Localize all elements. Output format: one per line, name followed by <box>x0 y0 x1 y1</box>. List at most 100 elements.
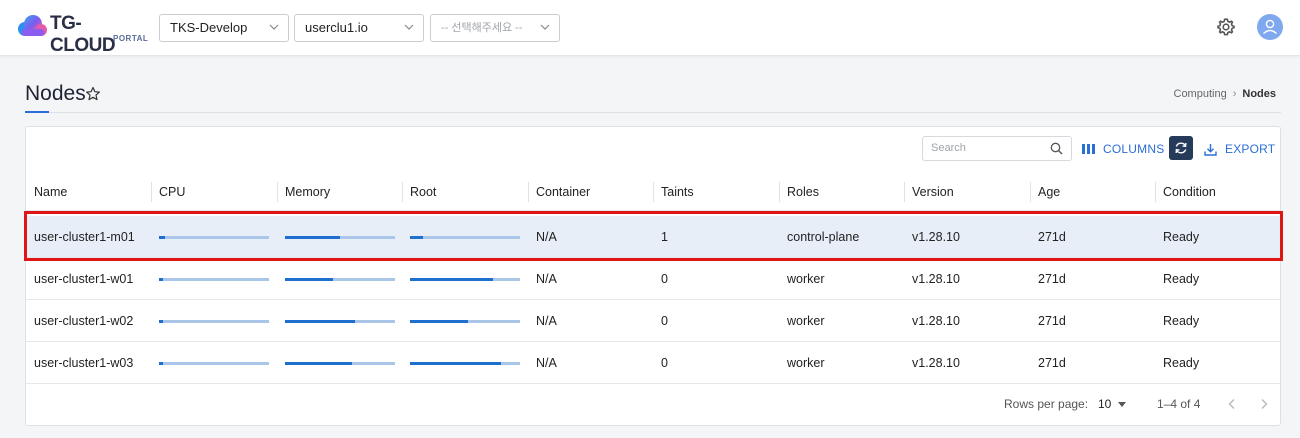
column-header-name[interactable]: Name <box>26 173 67 211</box>
chevron-down-icon <box>404 24 414 30</box>
taints-value: 0 <box>661 314 668 328</box>
chevron-down-icon <box>540 24 550 30</box>
search-icon <box>1050 142 1063 155</box>
breadcrumb-item-computing[interactable]: Computing <box>1174 88 1227 100</box>
root-usage-fill <box>410 236 424 239</box>
cpu-usage-bar <box>159 236 269 239</box>
column-header-taints[interactable]: Taints <box>653 173 694 211</box>
cluster-select-value: userclu1.io <box>305 20 368 35</box>
node-name[interactable]: user-cluster1-w02 <box>34 300 133 342</box>
column-header-root[interactable]: Root <box>402 173 436 211</box>
chevron-right-icon: › <box>1232 88 1237 100</box>
gear-icon[interactable] <box>1216 17 1236 37</box>
columns-button[interactable]: COLUMNS <box>1082 139 1164 159</box>
user-icon <box>1263 19 1277 35</box>
column-divider <box>277 182 278 202</box>
root-usage-fill <box>410 320 469 323</box>
table-row[interactable]: user-cluster1-w02 N/A 0 worker v1.28.10 … <box>26 300 1280 342</box>
namespace-select[interactable]: -- 선택해주세요 -- <box>430 14 560 42</box>
root-usage-bar <box>410 278 520 281</box>
memory-usage-bar <box>285 362 395 365</box>
app-logo[interactable]: TG-CLOUD PORTAL <box>16 12 149 56</box>
column-header-label: Memory <box>285 185 331 199</box>
rows-per-page-value: 10 <box>1098 397 1112 411</box>
root-usage-bar <box>410 362 520 365</box>
node-name[interactable]: user-cluster1-w01 <box>34 258 133 300</box>
project-select[interactable]: TKS-Develop <box>159 14 289 42</box>
table-row[interactable]: user-cluster1-w03 N/A 0 worker v1.28.10 … <box>26 342 1280 384</box>
version-value: v1.28.10 <box>912 356 960 370</box>
table-pagination: Rows per page: 10 1–4 of 4 <box>26 383 1280 425</box>
cluster-select[interactable]: userclu1.io <box>294 14 424 42</box>
memory-usage-fill <box>285 236 340 239</box>
condition-value: Ready <box>1163 272 1200 286</box>
condition-value: Ready <box>1163 314 1200 328</box>
chevron-right-icon[interactable] <box>1257 397 1271 411</box>
chevron-down-icon <box>269 24 279 30</box>
condition-value: Ready <box>1163 356 1200 370</box>
column-header-age[interactable]: Age <box>1030 173 1060 211</box>
taints-value: 0 <box>661 272 668 286</box>
cpu-usage-fill <box>159 320 164 323</box>
cloud-logo-icon <box>18 15 47 36</box>
breadcrumb-item-current: Nodes <box>1242 88 1276 100</box>
search-input[interactable]: Search <box>922 136 1072 161</box>
columns-icon <box>1082 144 1095 154</box>
download-icon <box>1204 143 1217 156</box>
cpu-usage-bar <box>159 320 269 323</box>
node-name[interactable]: user-cluster1-m01 <box>34 216 135 258</box>
age-value: 271d <box>1038 314 1066 328</box>
version-value: v1.28.10 <box>912 314 960 328</box>
column-header-roles[interactable]: Roles <box>779 173 819 211</box>
table-row[interactable]: user-cluster1-w01 N/A 0 worker v1.28.10 … <box>26 258 1280 300</box>
user-avatar[interactable] <box>1257 14 1283 40</box>
memory-usage-fill <box>285 278 334 281</box>
age-value: 271d <box>1038 356 1066 370</box>
node-name[interactable]: user-cluster1-w03 <box>34 342 133 384</box>
version-value: v1.28.10 <box>912 272 960 286</box>
column-header-label: Name <box>34 185 68 199</box>
caret-down-icon <box>1118 401 1127 407</box>
memory-usage-fill <box>285 362 353 365</box>
table-header: Name CPU Memory Root Container Taints Ro… <box>26 173 1280 211</box>
memory-usage-fill <box>285 320 356 323</box>
root-usage-fill <box>410 278 493 281</box>
column-divider <box>904 182 905 202</box>
column-header-label: Root <box>410 185 437 199</box>
column-header-label: Version <box>912 185 954 199</box>
column-header-container[interactable]: Container <box>528 173 590 211</box>
title-divider <box>25 112 1281 113</box>
rows-per-page-select[interactable]: 10 <box>1098 397 1127 411</box>
column-header-cpu[interactable]: CPU <box>151 173 185 211</box>
column-header-version[interactable]: Version <box>904 173 954 211</box>
column-header-memory[interactable]: Memory <box>277 173 330 211</box>
memory-usage-bar <box>285 320 395 323</box>
star-icon[interactable] <box>85 86 101 102</box>
column-divider <box>528 182 529 202</box>
cpu-usage-fill <box>159 278 164 281</box>
top-bar: TG-CLOUD PORTAL TKS-Develop userclu1.io … <box>0 0 1300 56</box>
roles-value: worker <box>787 314 825 328</box>
container-value: N/A <box>536 356 557 370</box>
export-button[interactable]: EXPORT <box>1204 139 1275 159</box>
root-usage-fill <box>410 362 502 365</box>
roles-value: worker <box>787 272 825 286</box>
refresh-button[interactable] <box>1169 136 1193 160</box>
column-divider <box>1030 182 1031 202</box>
age-value: 271d <box>1038 272 1066 286</box>
container-value: N/A <box>536 314 557 328</box>
namespace-select-placeholder: -- 선택해주세요 -- <box>441 22 523 34</box>
column-divider <box>1155 182 1156 202</box>
table-row[interactable]: user-cluster1-m01 N/A 1 control-plane v1… <box>26 216 1280 258</box>
cpu-usage-bar <box>159 278 269 281</box>
root-usage-bar <box>410 320 520 323</box>
logo-subtext: PORTAL <box>113 34 149 43</box>
column-header-label: Roles <box>787 185 819 199</box>
memory-usage-bar <box>285 236 395 239</box>
column-header-condition[interactable]: Condition <box>1155 173 1216 211</box>
chevron-left-icon[interactable] <box>1225 397 1239 411</box>
column-header-label: Condition <box>1163 185 1216 199</box>
page-title: Nodes <box>25 82 86 105</box>
export-label: EXPORT <box>1225 142 1276 156</box>
refresh-icon <box>1175 142 1187 154</box>
